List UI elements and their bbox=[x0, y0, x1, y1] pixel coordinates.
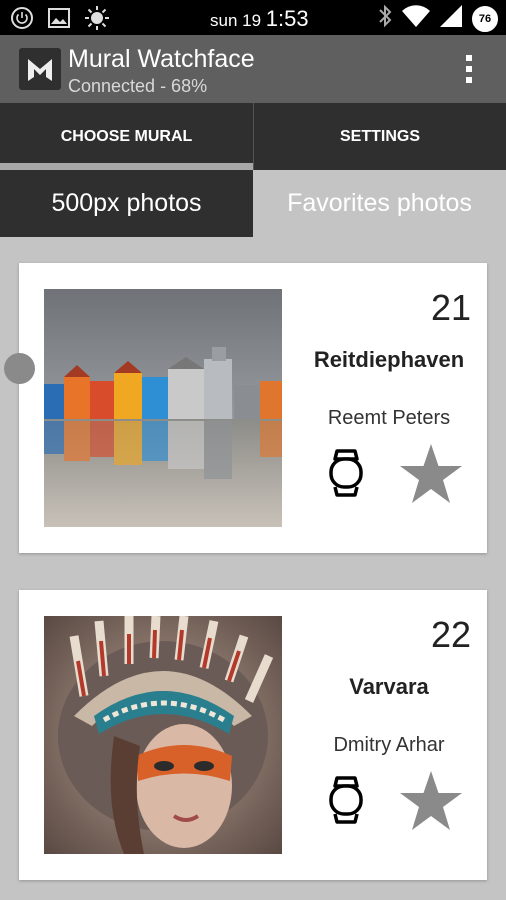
mural-number: 22 bbox=[430, 614, 471, 655]
favorite-star-icon[interactable] bbox=[399, 770, 463, 832]
status-time: sun 19 1:53 bbox=[210, 6, 309, 31]
app-logo bbox=[19, 48, 61, 90]
source-tabs: 500px photos Favorites photos bbox=[0, 170, 506, 237]
mural-author: Dmitry Arhar bbox=[333, 734, 445, 756]
mural-title: Reitdiephaven bbox=[313, 347, 465, 372]
mural-card[interactable]: 21 Reitdiephaven Reemt Peters bbox=[19, 263, 487, 553]
tab-choose-mural[interactable]: CHOOSE MURAL bbox=[0, 103, 253, 170]
mural-card[interactable]: 22 Varvara Dmitry Arhar bbox=[19, 590, 487, 880]
signal-icon bbox=[440, 5, 462, 32]
brightness-icon bbox=[84, 5, 110, 36]
connection-status: Connected - 68% bbox=[68, 76, 208, 96]
mural-title: Varvara bbox=[349, 674, 429, 699]
gallery-icon bbox=[48, 8, 70, 33]
mural-photo[interactable] bbox=[44, 616, 282, 854]
battery-icon: 76 bbox=[472, 5, 498, 32]
mural-photo[interactable] bbox=[44, 289, 282, 527]
watch-icon[interactable] bbox=[328, 776, 364, 824]
wifi-icon bbox=[402, 5, 430, 32]
subtab-favorites-photos[interactable]: Favorites photos bbox=[253, 170, 506, 237]
app-title: Mural Watchface bbox=[68, 45, 255, 73]
watch-icon[interactable] bbox=[328, 449, 364, 497]
status-bar: sun 19 1:53 76 bbox=[0, 0, 506, 35]
edge-handle[interactable] bbox=[4, 353, 35, 384]
favorite-star-icon[interactable] bbox=[399, 443, 463, 505]
power-icon bbox=[10, 6, 34, 35]
subtab-500px-photos[interactable]: 500px photos bbox=[0, 170, 253, 237]
bluetooth-icon bbox=[378, 4, 392, 33]
tab-settings[interactable]: SETTINGS bbox=[253, 103, 506, 170]
mural-author: Reemt Peters bbox=[327, 407, 451, 429]
app-bar: Mural Watchface Connected - 68% bbox=[0, 35, 506, 103]
main-tabs: CHOOSE MURAL SETTINGS bbox=[0, 103, 506, 170]
mural-number: 21 bbox=[430, 287, 471, 328]
overflow-menu-icon[interactable] bbox=[466, 55, 474, 83]
